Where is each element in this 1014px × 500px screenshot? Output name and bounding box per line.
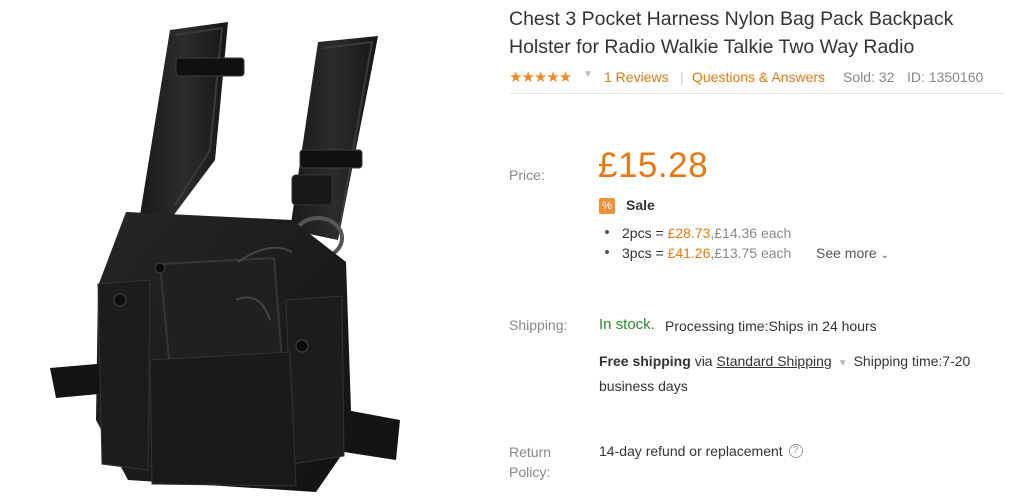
shipping-method-select[interactable]: Standard Shipping (716, 353, 831, 369)
product-title: Chest 3 Pocket Harness Nylon Bag Pack Ba… (509, 8, 954, 58)
return-policy: 14-day refund or replacement? (599, 443, 803, 459)
return-label-line2: Policy: (509, 464, 551, 480)
bullet-icon (605, 230, 609, 235)
return-policy-text: 14-day refund or replacement (599, 443, 783, 459)
bulk-price-tier: 3pcs = £41.26,£13.75 each (605, 245, 791, 261)
shipping-details: Free shipping via Standard Shipping ▼ Ship… (599, 350, 999, 397)
divider: | (680, 69, 684, 85)
sale-label: Sale (626, 197, 655, 213)
sold-count: Sold: 32 (843, 69, 895, 85)
tier-total: £41.26 (667, 245, 711, 261)
chevron-down-icon[interactable]: ▼ (838, 358, 848, 369)
return-policy-label: Return Policy: (509, 442, 551, 482)
sale-icon: % (599, 198, 615, 214)
harness-photo (50, 22, 400, 492)
rating-stars-icon[interactable]: ★★★★★ (509, 68, 572, 86)
product-image[interactable] (0, 0, 490, 500)
tier-qty: 2pcs = (622, 225, 664, 241)
return-label-line1: Return (509, 444, 552, 460)
reviews-link[interactable]: 1 Reviews (604, 69, 669, 85)
tier-each: ,£14.36 each (710, 225, 792, 241)
chevron-down-icon: ⌄ (880, 250, 889, 261)
shipping-label: Shipping: (509, 317, 568, 333)
processing-time: Processing time:Ships in 24 hours (665, 318, 877, 334)
chevron-down-icon[interactable]: ▼ (583, 69, 593, 80)
via-text: via (694, 353, 713, 369)
product-meta-bar: ★★★★★ ▼ 1 Reviews | Questions & Answers … (509, 68, 1005, 94)
price-value: £15.28 (598, 146, 709, 185)
tier-each: ,£13.75 each (710, 245, 792, 261)
see-more-button[interactable]: See more ⌄ (816, 245, 889, 261)
see-more-label: See more (816, 245, 877, 261)
bullet-icon (605, 250, 609, 255)
bulk-price-tier: 2pcs = £28.73,£14.36 each (605, 225, 791, 241)
tier-qty: 3pcs = (622, 245, 664, 261)
product-id: ID: 1350160 (907, 69, 984, 85)
help-icon[interactable]: ? (788, 444, 803, 459)
questions-answers-link[interactable]: Questions & Answers (692, 69, 825, 85)
price-label: Price: (509, 167, 545, 183)
stock-status: In stock. (599, 316, 655, 333)
free-shipping-label: Free shipping (599, 353, 691, 369)
tier-total: £28.73 (667, 225, 711, 241)
